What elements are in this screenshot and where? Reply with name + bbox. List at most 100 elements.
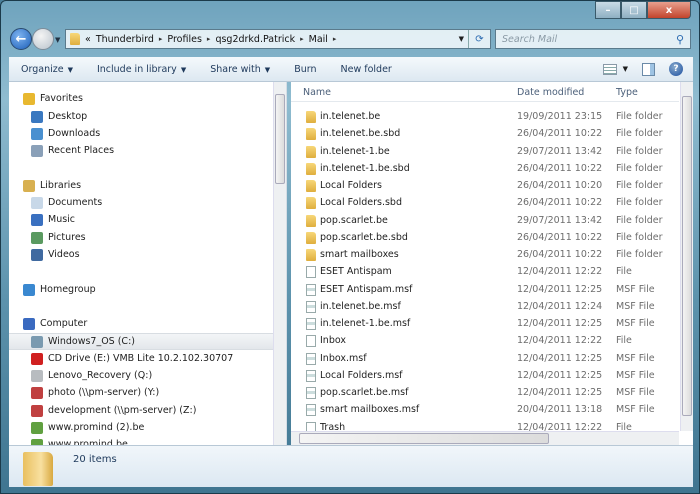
breadcrumb-separator-icon[interactable]: ▸ bbox=[159, 35, 163, 43]
nav-item[interactable]: Music bbox=[9, 211, 273, 228]
back-button[interactable]: ← bbox=[10, 28, 32, 50]
file-type: MSF File bbox=[616, 352, 655, 364]
nav-item[interactable]: Documents bbox=[9, 194, 273, 211]
search-input[interactable] bbox=[502, 33, 662, 45]
file-row[interactable]: Local Folders.msf 12/04/2011 12:25 MSF Fil… bbox=[291, 367, 679, 384]
breadcrumb-separator-icon[interactable]: ▸ bbox=[333, 35, 337, 43]
breadcrumb-item[interactable]: Profiles bbox=[167, 34, 202, 45]
nav-item[interactable]: www.promind (2).be bbox=[9, 419, 273, 436]
file-row[interactable]: Local Folders.sbd 26/04/2011 10:22 File fo… bbox=[291, 194, 679, 211]
file-row[interactable]: in.telenet-1.be.sbd 26/04/2011 10:22 File … bbox=[291, 160, 679, 177]
file-row[interactable]: smart mailboxes.msf 20/04/2011 13:18 MSF F… bbox=[291, 401, 679, 418]
nav-item[interactable]: Favorites bbox=[9, 90, 273, 107]
file-name: Inbox bbox=[320, 335, 346, 347]
file-name: smart mailboxes.msf bbox=[320, 404, 420, 416]
maximize-button[interactable]: □ bbox=[621, 1, 647, 19]
nav-item[interactable]: Libraries bbox=[9, 177, 273, 194]
file-icon bbox=[306, 404, 316, 417]
search-icon[interactable]: ⚲ bbox=[676, 33, 684, 46]
file-type: File folder bbox=[616, 249, 663, 260]
help-icon[interactable]: ? bbox=[669, 62, 683, 76]
breadcrumb-separator-icon[interactable]: ▸ bbox=[207, 35, 211, 43]
network-drive-disconnected-icon bbox=[31, 386, 43, 399]
nav-item[interactable]: Recent Places bbox=[9, 142, 273, 159]
nav-item-label: development (\\pm-server) (Z:) bbox=[48, 405, 197, 416]
file-date: 12/04/2011 12:25 bbox=[517, 387, 603, 398]
nav-item[interactable]: photo (\\pm-server) (Y:) bbox=[9, 384, 273, 401]
recent-pages-dropdown[interactable]: ▼ bbox=[55, 36, 60, 44]
nav-item[interactable]: www.promind.be bbox=[9, 436, 273, 445]
file-type: File bbox=[616, 266, 632, 278]
nav-scrollbar-thumb[interactable] bbox=[275, 94, 285, 184]
nav-item[interactable]: Windows7_OS (C:) bbox=[9, 333, 273, 350]
nav-scrollbar[interactable] bbox=[273, 82, 286, 445]
refresh-button[interactable]: ⟳ bbox=[468, 30, 490, 48]
file-row[interactable]: Inbox.msf 12/04/2011 12:25 MSF File bbox=[291, 350, 679, 367]
file-row[interactable]: pop.scarlet.be.sbd 26/04/2011 10:22 File f… bbox=[291, 229, 679, 246]
nav-item[interactable]: Videos bbox=[9, 246, 273, 263]
drive-icon bbox=[31, 369, 43, 382]
nav-item[interactable]: CD Drive (E:) VMB Lite 10.2.102.30707 bbox=[9, 350, 273, 367]
file-row[interactable]: in.telenet.be.msf 12/04/2011 12:24 MSF Fil… bbox=[291, 298, 679, 315]
breadcrumb-separator-icon[interactable]: ▸ bbox=[300, 35, 304, 43]
nav-item-label: Videos bbox=[48, 249, 80, 260]
column-header-date-modified[interactable]: Date modified bbox=[517, 87, 584, 98]
column-headers: Name Date modified Type bbox=[291, 82, 679, 102]
file-row[interactable]: Local Folders 26/04/2011 10:20 File folder bbox=[291, 177, 679, 194]
organize-button[interactable]: Organize ▼ bbox=[21, 64, 73, 75]
breadcrumb-item[interactable]: Mail bbox=[309, 34, 328, 45]
file-row[interactable]: smart mailboxes 26/04/2011 10:22 File fold… bbox=[291, 246, 679, 263]
breadcrumb-item[interactable]: Thunderbird bbox=[96, 34, 154, 45]
nav-item[interactable]: development (\\pm-server) (Z:) bbox=[9, 402, 273, 419]
new-folder-button[interactable]: New folder bbox=[341, 64, 392, 75]
file-row[interactable]: in.telenet-1.be 29/07/2011 13:42 File fold… bbox=[291, 143, 679, 160]
nav-item[interactable]: Downloads bbox=[9, 125, 273, 142]
file-date: 19/09/2011 23:15 bbox=[517, 111, 603, 122]
preview-pane-icon[interactable] bbox=[642, 62, 655, 76]
videos-icon bbox=[31, 248, 43, 261]
change-view-icon[interactable] bbox=[602, 63, 617, 75]
close-button[interactable]: x bbox=[647, 1, 691, 19]
horizontal-scrollbar-thumb[interactable] bbox=[299, 433, 549, 444]
nav-item[interactable]: Homegroup bbox=[9, 281, 273, 298]
file-row[interactable]: Inbox 12/04/2011 12:22 File bbox=[291, 332, 679, 349]
file-row[interactable]: ESET Antispam.msf 12/04/2011 12:25 MSF Fil… bbox=[291, 281, 679, 298]
file-row[interactable]: pop.scarlet.be 29/07/2011 13:42 File folde… bbox=[291, 212, 679, 229]
address-bar[interactable]: « Thunderbird ▸ Profiles ▸ qsg2drkd.Patrick ▸… bbox=[65, 29, 491, 49]
view-dropdown-icon[interactable]: ▼ bbox=[623, 65, 628, 73]
nav-item-label: Homegroup bbox=[40, 284, 96, 295]
horizontal-scrollbar[interactable] bbox=[291, 431, 679, 445]
file-row[interactable]: in.telenet.be 19/09/2011 23:15 File folder bbox=[291, 108, 679, 125]
address-dropdown-icon[interactable]: ▼ bbox=[459, 35, 464, 43]
file-row[interactable]: pop.scarlet.be.msf 12/04/2011 12:25 MSF Fi… bbox=[291, 384, 679, 401]
share-with-button[interactable]: Share with ▼ bbox=[210, 64, 270, 75]
file-row[interactable]: ESET Antispam 12/04/2011 12:22 File bbox=[291, 263, 679, 280]
column-header-type[interactable]: Type bbox=[616, 87, 638, 98]
nav-item[interactable]: Desktop bbox=[9, 108, 273, 125]
file-row[interactable]: in.telenet.be.sbd 26/04/2011 10:22 File fo… bbox=[291, 125, 679, 142]
file-icon bbox=[306, 266, 316, 279]
file-name: ESET Antispam bbox=[320, 266, 392, 278]
file-list-scrollbar[interactable] bbox=[680, 82, 693, 431]
breadcrumb-item[interactable]: qsg2drkd.Patrick bbox=[215, 34, 295, 45]
forward-button[interactable] bbox=[32, 28, 54, 50]
nav-item-label: Lenovo_Recovery (Q:) bbox=[48, 370, 153, 381]
file-list-scrollbar-thumb[interactable] bbox=[682, 96, 692, 416]
nav-item[interactable]: Computer bbox=[9, 315, 273, 332]
breadcrumb-overflow[interactable]: « bbox=[85, 34, 91, 45]
file-icon bbox=[306, 387, 316, 399]
file-row[interactable]: in.telenet-1.be.msf 12/04/2011 12:25 MSF F… bbox=[291, 315, 679, 332]
nav-item-label: Computer bbox=[40, 318, 88, 329]
search-box[interactable]: ⚲ bbox=[495, 29, 691, 49]
include-in-library-button[interactable]: Include in library ▼ bbox=[97, 64, 186, 75]
file-type: File folder bbox=[616, 197, 663, 209]
nav-item[interactable]: Pictures bbox=[9, 229, 273, 246]
file-type: File folder bbox=[616, 231, 663, 243]
nav-item[interactable]: Lenovo_Recovery (Q:) bbox=[9, 367, 273, 384]
file-date: 12/04/2011 12:25 bbox=[517, 318, 603, 329]
minimize-button[interactable]: – bbox=[595, 1, 621, 19]
burn-button[interactable]: Burn bbox=[294, 64, 316, 75]
navigation-pane: Favorites Desktop Downloads Recent Places Li… bbox=[9, 82, 287, 445]
column-header-name[interactable]: Name bbox=[303, 87, 331, 98]
file-icon bbox=[306, 283, 316, 296]
